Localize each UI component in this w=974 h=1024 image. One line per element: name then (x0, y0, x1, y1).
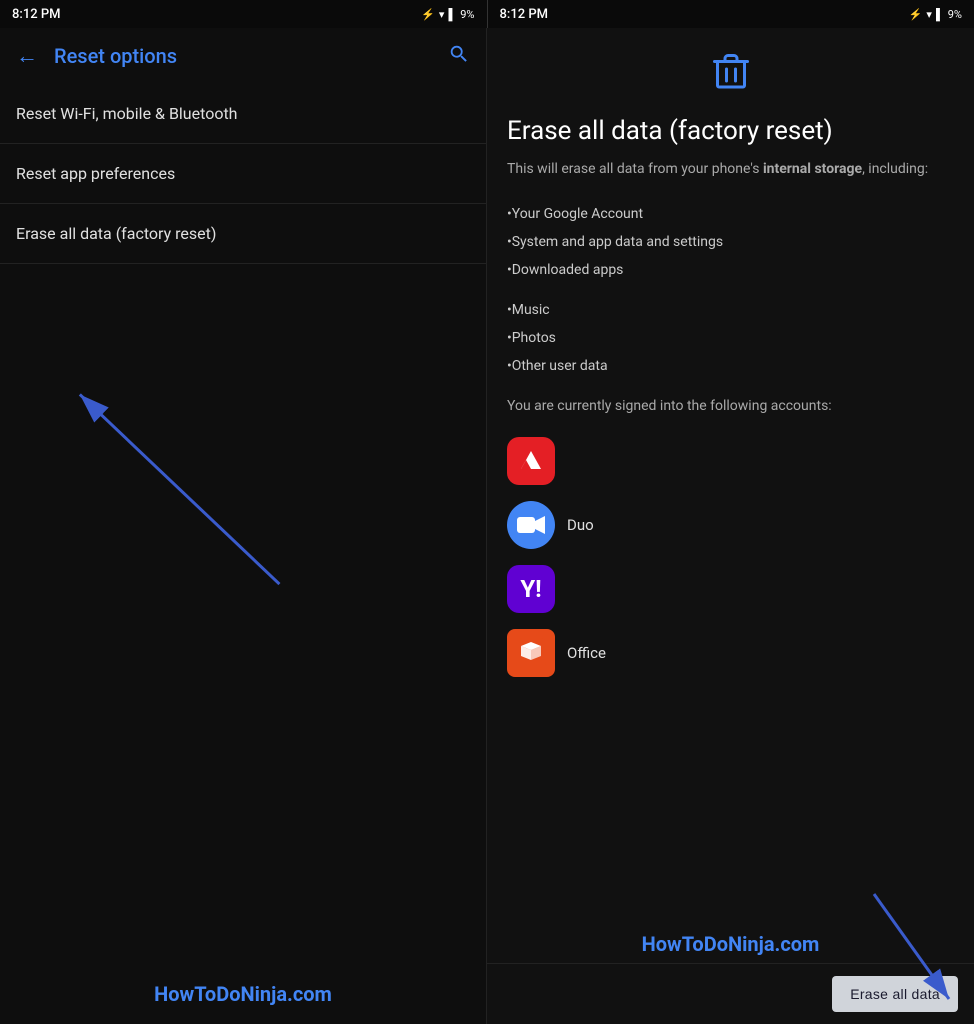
wifi-icon: ▾ (439, 8, 445, 21)
erase-title: Erase all data (factory reset) (507, 116, 954, 147)
left-status-bar: 8:12 PM ⚡ ▾ ▌ 9% (0, 0, 487, 28)
left-arrow-annotation (0, 264, 486, 964)
trash-icon (507, 52, 954, 100)
right-bluetooth-icon: ⚡ (909, 8, 923, 21)
duo-label: Duo (567, 516, 594, 534)
duo-icon (507, 501, 555, 549)
account-duo: Duo (507, 501, 954, 549)
accounts-label: You are currently signed into the follow… (507, 396, 954, 417)
bottom-bar: Erase all data (487, 963, 974, 1024)
data-item-system: •System and app data and settings (507, 228, 954, 256)
right-content: Erase all data (factory reset) This will… (487, 28, 974, 963)
watermark-text-left: HowToDoNinja.com (154, 982, 332, 1006)
bluetooth-icon: ⚡ (421, 8, 435, 21)
erase-all-data-button[interactable]: Erase all data (832, 976, 958, 1012)
right-panel: Erase all data (factory reset) This will… (487, 28, 974, 1024)
office-icon (507, 629, 555, 677)
adobe-icon (507, 437, 555, 485)
menu-item-wifi[interactable]: Reset Wi-Fi, mobile & Bluetooth (0, 84, 486, 144)
right-status-icons: ⚡ ▾ ▌ 9% (909, 8, 962, 21)
right-time: 8:12 PM (500, 7, 549, 22)
left-panel: ← Reset options Reset Wi-Fi, mobile & Bl… (0, 28, 487, 1024)
account-adobe (507, 437, 954, 485)
yahoo-icon: Y! (507, 565, 555, 613)
data-item-apps: •Downloaded apps (507, 256, 954, 284)
right-battery-percent: 9% (948, 8, 962, 21)
left-time: 8:12 PM (12, 7, 61, 22)
right-signal-icon: ▌ (936, 8, 944, 21)
data-items-list: •Your Google Account •System and app dat… (507, 200, 954, 380)
menu-item-factory-reset[interactable]: Erase all data (factory reset) (0, 204, 486, 264)
search-button[interactable] (448, 43, 470, 70)
battery-percent: 9% (460, 8, 474, 21)
menu-item-app-prefs[interactable]: Reset app preferences (0, 144, 486, 204)
account-office: Office (507, 629, 954, 677)
left-status-icons: ⚡ ▾ ▌ 9% (421, 8, 474, 21)
data-item-photos: •Photos (507, 324, 954, 352)
back-button[interactable]: ← (16, 43, 38, 69)
top-bar: ← Reset options (0, 28, 486, 84)
erase-description: This will erase all data from your phone… (507, 159, 954, 180)
main-panels: ← Reset options Reset Wi-Fi, mobile & Bl… (0, 28, 974, 1024)
right-wifi-icon: ▾ (926, 8, 932, 21)
page-title: Reset options (54, 44, 448, 68)
data-item-music: •Music (507, 296, 954, 324)
account-yahoo: Y! (507, 565, 954, 613)
watermark-left: HowToDoNinja.com (0, 964, 486, 1024)
data-item-google: •Your Google Account (507, 200, 954, 228)
office-label: Office (567, 644, 606, 662)
signal-icon: ▌ (448, 8, 456, 21)
left-annotation-area (0, 264, 486, 964)
data-item-userdata: •Other user data (507, 352, 954, 380)
right-status-bar: 8:12 PM ⚡ ▾ ▌ 9% (488, 0, 974, 28)
dual-status-bar: 8:12 PM ⚡ ▾ ▌ 9% 8:12 PM ⚡ ▾ ▌ 9% (0, 0, 974, 28)
